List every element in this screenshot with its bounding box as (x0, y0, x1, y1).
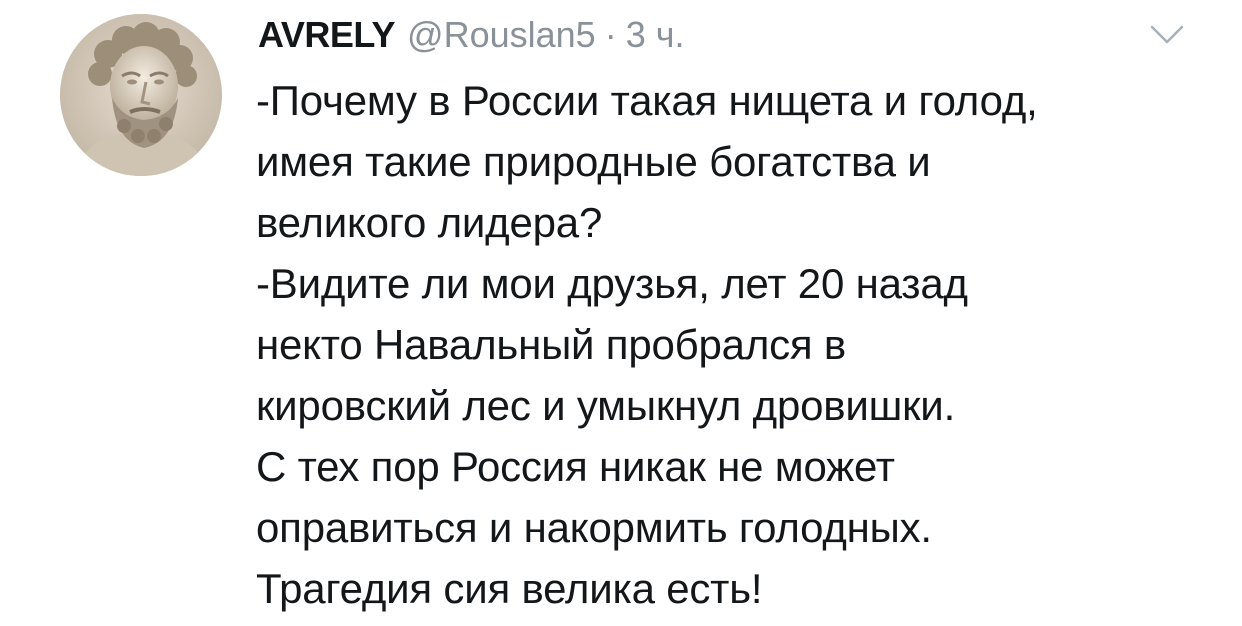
avatar[interactable] (60, 14, 222, 176)
tweet-text: -Почему в России такая нищета и голод, и… (256, 70, 1216, 619)
tweet[interactable]: AVRELY @Rouslan5 · 3 ч. -Почему в России… (0, 0, 1242, 626)
tweet-text-line: имея такие природные богатства и (256, 138, 931, 185)
chevron-down-icon[interactable] (1150, 24, 1184, 46)
tweet-header: AVRELY @Rouslan5 · 3 ч. (258, 14, 684, 58)
display-name[interactable]: AVRELY (258, 14, 396, 56)
tweet-text-line: оправиться и накормить голодных. (256, 504, 932, 551)
timestamp[interactable]: 3 ч. (626, 14, 685, 56)
tweet-text-line: великого лидера? (256, 199, 603, 246)
tweet-text-line: С тех пор Россия никак не может (256, 443, 895, 490)
user-handle[interactable]: @Rouslan5 (407, 14, 596, 56)
tweet-text-line: -Видите ли мои друзья, лет 20 назад (256, 260, 968, 307)
tweet-text-line: -Почему в России такая нищета и голод, (256, 77, 1038, 124)
separator-dot: · (604, 14, 617, 55)
tweet-text-line: кировский лес и умыкнул дровишки. (256, 382, 956, 429)
tweet-text-line: Трагедия сия велика есть! (256, 565, 763, 612)
marble-bust-avatar (60, 14, 222, 176)
tweet-text-line: некто Навальный пробрался в (256, 321, 847, 368)
